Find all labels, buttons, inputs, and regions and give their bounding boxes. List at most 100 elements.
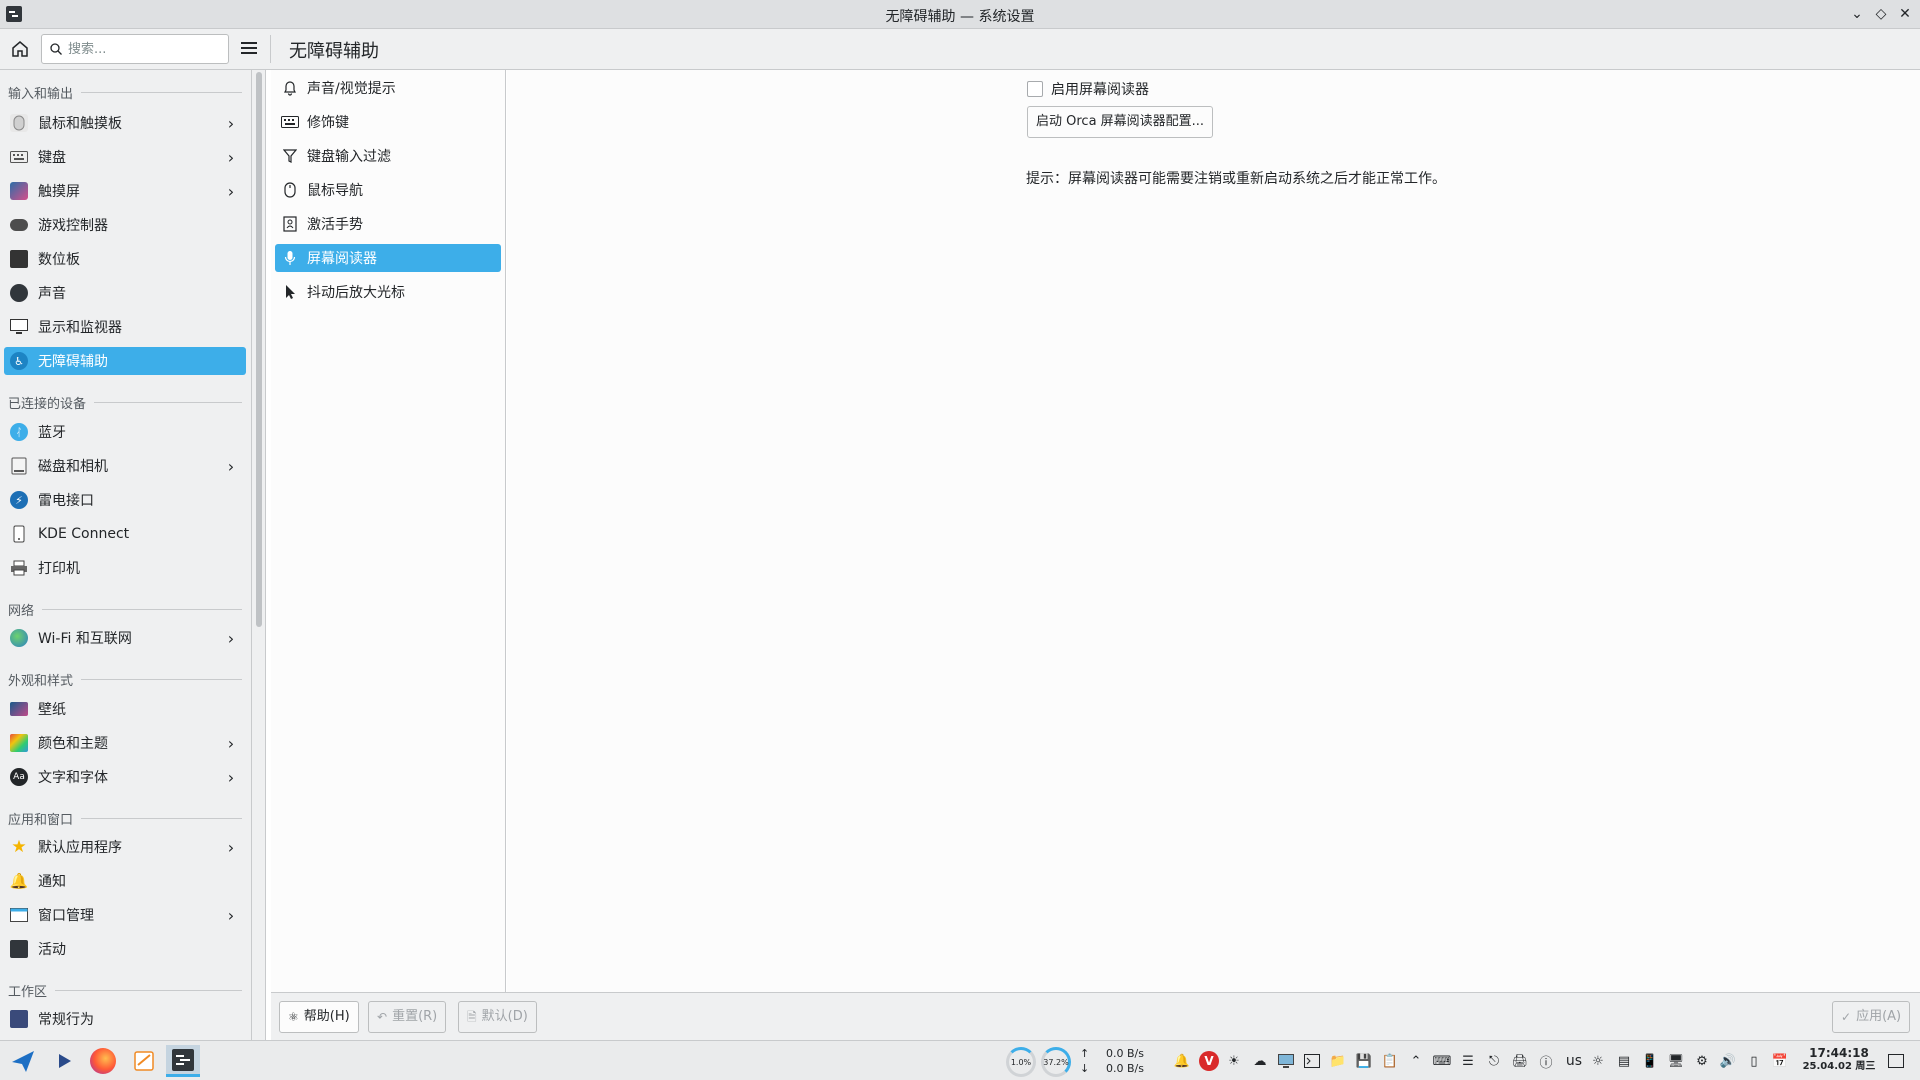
- keyboard-layout-indicator[interactable]: us: [1562, 1053, 1586, 1069]
- maximize-icon[interactable]: ◇: [1871, 4, 1891, 24]
- sidebar-item-mouse-touchpad[interactable]: 鼠标和触摸板 ›: [4, 109, 246, 137]
- input-method-tray-icon[interactable]: ▤: [1616, 1053, 1632, 1069]
- taskbar-app-firefox[interactable]: [86, 1045, 120, 1077]
- window-icon: [10, 906, 28, 924]
- volume-tray-icon[interactable]: 🔊: [1720, 1053, 1736, 1069]
- usb-tray-icon[interactable]: ⎋: [1486, 1053, 1502, 1069]
- digital-clock[interactable]: 17:44:18 25.04.02 周三: [1800, 1046, 1878, 1074]
- sidebar-item-game-controller[interactable]: 游戏控制器: [4, 211, 246, 239]
- dialog-button-bar: ⚛ 帮助(H) ↶ 重置(R) 🗎 默认(D) ✓ 应用(A): [271, 992, 1920, 1040]
- sidebar-item-kde-connect[interactable]: KDE Connect: [4, 520, 246, 548]
- sidebar-item-thunderbolt[interactable]: ⚡ 雷电接口: [4, 486, 246, 514]
- show-desktop-icon[interactable]: [1888, 1053, 1904, 1069]
- sidebar-item-touchscreen[interactable]: 触摸屏 ›: [4, 177, 246, 205]
- printer-tray-icon[interactable]: 🖨: [1512, 1053, 1529, 1069]
- list-item-modifier-keys[interactable]: 修饰键: [275, 108, 501, 136]
- network-speed[interactable]: 0.0 B/s 0.0 B/s: [1106, 1046, 1144, 1076]
- weather-tray-icon[interactable]: ☀: [1226, 1053, 1242, 1069]
- monitor-icon: [10, 318, 28, 336]
- sidebar-item-default-apps[interactable]: ★ 默认应用程序 ›: [4, 833, 246, 861]
- cpu-usage-gauge[interactable]: 1.0%: [1006, 1047, 1036, 1077]
- list-item-keyboard-filters[interactable]: 键盘输入过滤: [275, 142, 501, 170]
- kde-connect-tray-icon[interactable]: 📱: [1642, 1053, 1658, 1069]
- sidebar-item-activities[interactable]: 活动: [4, 935, 246, 963]
- network-tray-icon[interactable]: 🖥: [1668, 1053, 1685, 1069]
- vivaldi-tray-icon[interactable]: V: [1199, 1051, 1219, 1071]
- sidebar-item-tablet[interactable]: 数位板: [4, 245, 246, 273]
- clipboard-tray-icon[interactable]: 📋: [1382, 1053, 1398, 1069]
- sidebar-item-general-behavior[interactable]: 常规行为: [4, 1005, 246, 1033]
- palette-icon: [10, 734, 28, 752]
- wallpaper-icon: [10, 702, 28, 716]
- apply-button[interactable]: ✓ 应用(A): [1832, 1001, 1911, 1033]
- sidebar-item-bluetooth[interactable]: ᛮ 蓝牙: [4, 418, 246, 446]
- undo-icon: ↶: [377, 1010, 388, 1024]
- device-notifier-tray-icon[interactable]: 💾: [1356, 1053, 1372, 1069]
- star-icon: ★: [11, 837, 27, 857]
- document-icon: 🗎: [467, 1010, 477, 1024]
- enable-screen-reader-checkbox[interactable]: [1027, 81, 1043, 97]
- folder-tray-icon[interactable]: 📁: [1330, 1053, 1346, 1069]
- keyboard-icon: [281, 113, 299, 131]
- calendar-tray-icon[interactable]: 📅: [1772, 1053, 1788, 1069]
- globe-icon: [10, 629, 28, 647]
- list-item-screen-reader[interactable]: 屏幕阅读器: [275, 244, 501, 272]
- list-item-audio-visual-bell[interactable]: 声音/视觉提示: [275, 74, 501, 102]
- close-icon[interactable]: ✕: [1895, 4, 1915, 24]
- sidebar-scrollbar[interactable]: [256, 72, 262, 627]
- sidebar-item-keyboard[interactable]: 键盘 ›: [4, 143, 246, 171]
- chevron-right-icon: ›: [227, 905, 235, 925]
- search-icon: [50, 43, 62, 55]
- chevron-right-icon: ›: [227, 113, 235, 133]
- clock-date: 25.04.02 周三: [1802, 1061, 1876, 1072]
- power-profile-tray-icon[interactable]: ⚙: [1694, 1053, 1710, 1069]
- sidebar-item-wifi-internet[interactable]: Wi-Fi 和互联网 ›: [4, 624, 246, 652]
- taskbar-app-media-player[interactable]: [47, 1045, 81, 1077]
- firefox-icon: [90, 1048, 116, 1074]
- list-item-mouse-navigation[interactable]: 鼠标导航: [275, 176, 501, 204]
- list-item-activation-gestures[interactable]: 激活手势: [275, 210, 501, 238]
- sidebar-item-colors-themes[interactable]: 颜色和主题 ›: [4, 729, 246, 757]
- sidebar-item-display[interactable]: 显示和监视器: [4, 313, 246, 341]
- launch-orca-config-button[interactable]: 启动 Orca 屏幕阅读器配置...: [1027, 106, 1214, 138]
- paper-plane-icon: [12, 1051, 34, 1072]
- sliders-tray-icon[interactable]: ☰: [1460, 1053, 1476, 1069]
- notifications-tray-icon[interactable]: 🔔: [1174, 1053, 1190, 1069]
- taskbar-app-text-editor[interactable]: [127, 1045, 161, 1077]
- header-divider: [270, 35, 271, 63]
- help-tray-icon[interactable]: ⓘ: [1538, 1053, 1554, 1071]
- terminal-tray-icon[interactable]: [1304, 1053, 1320, 1069]
- keyboard-tray-icon[interactable]: ⌨: [1433, 1053, 1452, 1069]
- minimize-icon[interactable]: ⌄: [1847, 4, 1867, 24]
- mouse-icon: [281, 181, 299, 199]
- defaults-button[interactable]: 🗎 默认(D): [458, 1001, 537, 1033]
- battery-tray-icon[interactable]: ▯: [1746, 1053, 1762, 1069]
- memory-usage-gauge[interactable]: 37.2%: [1041, 1047, 1071, 1077]
- sidebar-item-disks-cameras[interactable]: 磁盘和相机 ›: [4, 452, 246, 480]
- list-item-shake-cursor[interactable]: 抖动后放大光标: [275, 278, 501, 306]
- search-input[interactable]: [68, 39, 218, 59]
- network-upload-speed: 0.0 B/s: [1106, 1047, 1144, 1060]
- sidebar-item-accessibility[interactable]: ♿ 无障碍辅助: [4, 347, 246, 375]
- reset-button[interactable]: ↶ 重置(R): [368, 1001, 447, 1033]
- display-tray-icon[interactable]: [1278, 1053, 1294, 1069]
- sidebar-item-sound[interactable]: 声音: [4, 279, 246, 307]
- taskbar-app-system-settings[interactable]: [166, 1045, 200, 1077]
- hamburger-menu-button[interactable]: [238, 39, 260, 59]
- app-launcher-button[interactable]: [6, 1045, 40, 1077]
- cloud-tray-icon[interactable]: ☁: [1252, 1053, 1268, 1069]
- search-field[interactable]: [41, 34, 229, 64]
- activities-icon: [10, 940, 28, 958]
- help-button[interactable]: ⚛ 帮助(H): [279, 1001, 359, 1033]
- home-button[interactable]: [8, 37, 32, 61]
- sidebar-item-notifications[interactable]: 🔔 通知: [4, 867, 246, 895]
- expand-tray-icon[interactable]: ⌃: [1408, 1053, 1424, 1069]
- sidebar-item-text-fonts[interactable]: Aa 文字和字体 ›: [4, 763, 246, 791]
- sidebar-item-printer[interactable]: 打印机: [4, 554, 246, 582]
- sidebar-section-workspace: 工作区: [8, 980, 242, 1000]
- brightness-tray-icon[interactable]: ☼: [1590, 1053, 1606, 1069]
- sidebar-item-window-management[interactable]: 窗口管理 ›: [4, 901, 246, 929]
- enable-screen-reader-row[interactable]: 启用屏幕阅读器: [1027, 79, 1149, 99]
- sidebar-item-wallpaper[interactable]: 壁纸: [4, 695, 246, 723]
- play-icon: [59, 1054, 71, 1068]
